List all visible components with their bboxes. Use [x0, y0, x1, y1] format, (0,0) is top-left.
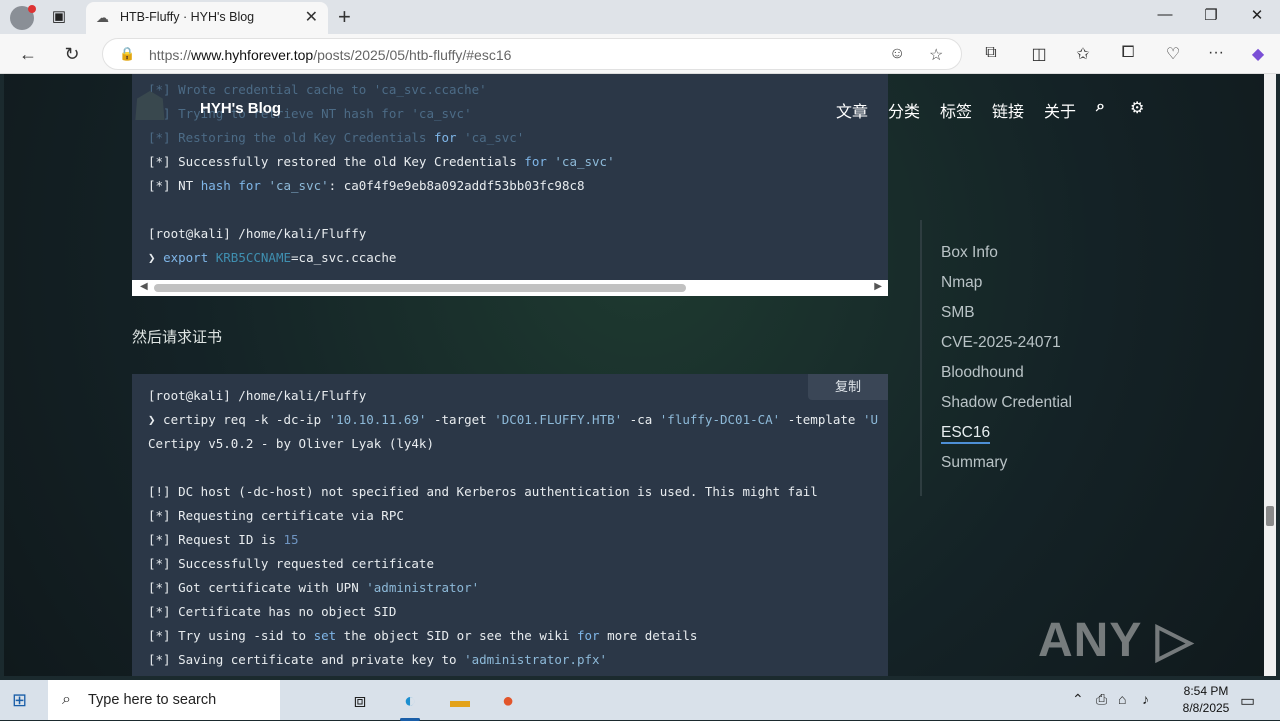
restore-icon[interactable]: ❐ [1196, 6, 1226, 24]
nav-categories[interactable]: 分类 [888, 98, 920, 122]
code-line: ❯ certipy req -k -dc-ip '10.10.11.69' -t… [148, 412, 879, 427]
url-field[interactable]: 🔒 https://www.hyhforever.top/posts/2025/… [102, 38, 962, 70]
code-block-certipy: [root@kali] /home/kali/Fluffy ❯ certipy … [132, 374, 888, 676]
browser-tab[interactable]: ☁ HTB-Fluffy · HYH's Blog ✕ [86, 2, 328, 34]
tab-actions-icon[interactable]: ▣ [48, 8, 70, 26]
code-line: Certipy v5.0.2 - by Oliver Lyak (ly4k) [148, 436, 434, 451]
code-line: [*] Trying to retrieve NT hash for 'ca_s… [148, 106, 472, 121]
tray-device-icon[interactable]: ⎙ [1096, 691, 1107, 708]
code-line: [*] Successfully restored the old Key Cr… [148, 154, 615, 169]
file-explorer-icon[interactable]: ▬ [442, 686, 478, 716]
refresh-icon[interactable]: ↻ [60, 42, 84, 66]
tab-close-icon[interactable]: ✕ [305, 7, 318, 27]
taskbar: ⊞ ⌕ Type here to search ⧈ ◐ ▬ ● ⌃ ⎙ ⌂ ♪ … [0, 680, 1280, 721]
scrollbar-thumb[interactable] [1266, 506, 1274, 526]
code-line: [*] NT hash for 'ca_svc': ca0f4f9e9eb8a0… [148, 178, 585, 193]
code-line: [*] Try using -sid to set the object SID… [148, 628, 698, 643]
horizontal-scrollbar[interactable]: ◀ ▶ [132, 280, 888, 296]
code-line: [root@kali] /home/kali/Fluffy [148, 388, 367, 403]
notifications-icon[interactable]: ▭ [1240, 691, 1255, 711]
tray-chevron-icon[interactable]: ⌃ [1072, 691, 1084, 708]
page-favicon-icon: ☁ [96, 10, 109, 25]
address-toolbar: ← ↻ 🔒 https://www.hyhforever.top/posts/2… [0, 34, 1280, 74]
site-name[interactable]: HYH's Blog [200, 100, 281, 117]
clock-time: 8:54 PM [1183, 684, 1229, 698]
windows-start-icon[interactable]: ⊞ [12, 690, 27, 711]
anyrun-watermark: ANY ▷ RUN [1038, 614, 1194, 676]
tab-title: HTB-Fluffy · HYH's Blog [120, 10, 255, 24]
network-icon[interactable]: ⌂ [1118, 691, 1126, 707]
toc-item-esc16[interactable]: ESC16 [941, 424, 991, 444]
task-view-icon[interactable]: ⧈ [342, 686, 378, 716]
code-line: ❯ export KRB5CCNAME=ca_svc.ccache [148, 250, 397, 265]
edge-browser-icon[interactable]: ◐ [392, 686, 428, 721]
code-line: [*] Request ID is 15 [148, 532, 299, 547]
favorites-icon[interactable]: ✩ [1071, 44, 1095, 64]
code-line: [*] Requesting certificate via RPC [148, 508, 404, 523]
minimize-icon[interactable]: — [1150, 6, 1180, 23]
browser-tab-bar: ▣ ☁ HTB-Fluffy · HYH's Blog ✕ + — ❐ ✕ [0, 0, 1280, 34]
nav-links[interactable]: 链接 [992, 98, 1024, 122]
search-icon[interactable]: ⌕ [1096, 98, 1105, 116]
profile-avatar-icon[interactable] [10, 5, 36, 30]
toc-item-box-info[interactable]: Box Info [941, 244, 998, 262]
firefox-icon[interactable]: ● [490, 686, 526, 716]
system-clock[interactable]: 8:54 PM 8/8/2025 [1168, 683, 1244, 717]
code-line: [!] DC host (-dc-host) not specified and… [148, 484, 818, 499]
toc-item-shadow-credential[interactable]: Shadow Credential [941, 394, 1072, 412]
browser-essentials-icon[interactable]: ♡ [1161, 44, 1185, 64]
site-logo-icon[interactable]: ☗ [132, 84, 184, 129]
toc-item-summary[interactable]: Summary [941, 454, 1007, 472]
code-line: [root@kali] /home/kali/Fluffy [148, 226, 367, 241]
code-line: [*] Got certificate with UPN 'administra… [148, 580, 480, 595]
more-menu-icon[interactable]: ··· [1204, 44, 1228, 62]
search-icon: ⌕ [62, 691, 71, 708]
toc-rail [920, 220, 922, 496]
paragraph-text: 然后请求证书 [132, 329, 223, 346]
vertical-scrollbar[interactable] [1264, 74, 1276, 676]
code-line: [*] Saving certificate and private key t… [148, 652, 608, 667]
lock-icon[interactable]: 🔒 [119, 46, 135, 62]
code-line: [*] Restoring the old Key Credentials fo… [148, 130, 525, 145]
close-window-icon[interactable]: ✕ [1242, 6, 1272, 24]
split-screen-icon[interactable]: ◫ [1027, 44, 1051, 64]
toc-item-smb[interactable]: SMB [941, 304, 975, 322]
toc-item-bloodhound[interactable]: Bloodhound [941, 364, 1024, 382]
reader-icon[interactable]: ☺ [889, 45, 905, 63]
new-tab-icon[interactable]: + [338, 4, 351, 30]
nav-tags[interactable]: 标签 [940, 98, 972, 122]
copilot-icon[interactable]: ◆ [1246, 44, 1270, 64]
search-placeholder: Type here to search [88, 692, 217, 708]
toc-item-nmap[interactable]: Nmap [941, 274, 982, 292]
extensions-icon[interactable]: ⧉ [979, 44, 1003, 62]
scroll-left-icon[interactable]: ◀ [140, 281, 148, 292]
settings-gear-icon[interactable]: ⚙ [1130, 98, 1144, 118]
toc-item-cve[interactable]: CVE-2025-24071 [941, 334, 1061, 352]
page-content: [*] Wrote credential cache to 'ca_svc.cc… [4, 74, 1276, 676]
taskbar-search[interactable]: ⌕ Type here to search [48, 680, 280, 720]
nav-articles[interactable]: 文章 [836, 98, 868, 122]
volume-icon[interactable]: ♪ [1142, 691, 1149, 707]
favorite-star-icon[interactable]: ☆ [929, 45, 943, 65]
url-text: https://www.hyhforever.top/posts/2025/05… [149, 47, 512, 63]
nav-about[interactable]: 关于 [1044, 98, 1076, 122]
collections-icon[interactable]: ⧠ [1116, 44, 1140, 62]
code-line: [*] Successfully requested certificate [148, 556, 434, 571]
scrollbar-thumb[interactable] [154, 284, 686, 292]
scroll-right-icon[interactable]: ▶ [874, 281, 882, 292]
code-line: [*] Wrote credential cache to 'ca_svc.cc… [148, 82, 487, 97]
clock-date: 8/8/2025 [1182, 701, 1230, 715]
copy-button[interactable]: 复制 [808, 374, 888, 400]
code-line: [*] Certificate has no object SID [148, 604, 397, 619]
back-icon[interactable]: ← [16, 42, 40, 66]
